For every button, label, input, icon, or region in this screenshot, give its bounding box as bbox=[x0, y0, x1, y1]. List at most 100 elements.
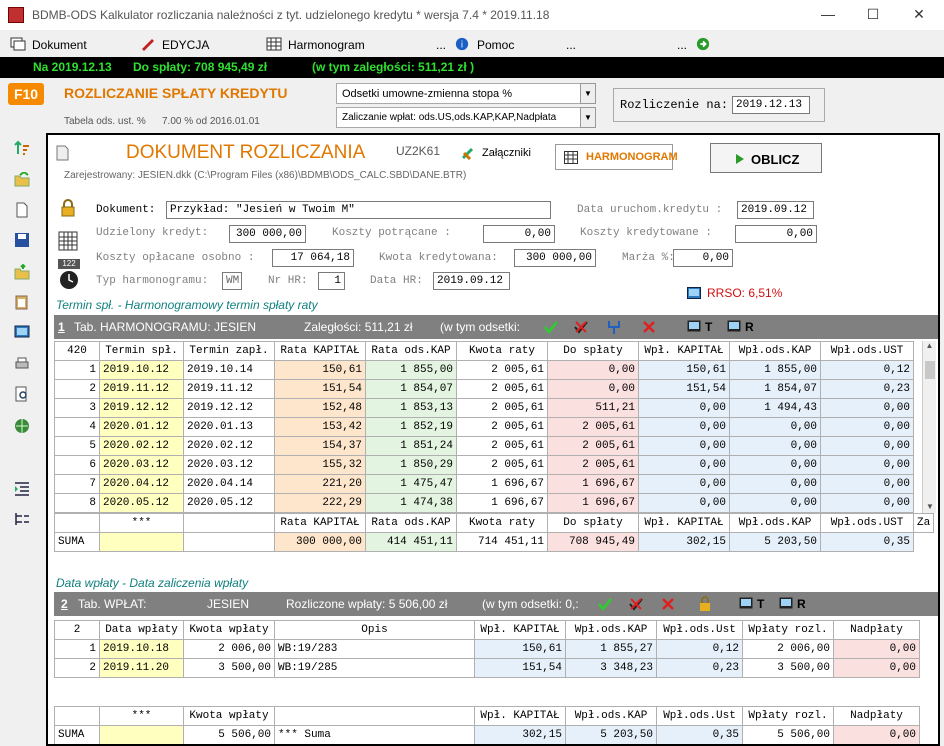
table-row[interactable]: 1 2019.10.12 2019.10.14 150,61 1 855,00 2 005… bbox=[54, 360, 914, 380]
wpl-col-header[interactable]: Opis bbox=[274, 620, 475, 640]
table-cell[interactable]: 151,54 bbox=[638, 379, 730, 399]
table-row[interactable]: 1 2019.10.18 2 006,00 WB:19/283 150,61 1 855,… bbox=[54, 639, 920, 659]
table-cell[interactable]: 2 bbox=[54, 658, 100, 678]
odsetki-combo[interactable]: Odsetki umowne-zmienna stopa % ▼ bbox=[336, 83, 596, 104]
table-cell[interactable]: 2020.04.12 bbox=[99, 474, 184, 494]
table-cell[interactable]: 1 854,07 bbox=[365, 379, 457, 399]
check-icon[interactable] bbox=[598, 597, 612, 611]
table-cell[interactable]: 0,00 bbox=[638, 474, 730, 494]
table-cell[interactable]: 1 855,00 bbox=[729, 360, 821, 380]
minimize-button[interactable]: — bbox=[818, 6, 838, 24]
lock-icon[interactable] bbox=[60, 199, 76, 217]
table-cell[interactable]: 154,37 bbox=[274, 436, 366, 456]
fork-icon[interactable] bbox=[606, 319, 622, 335]
table-cell[interactable]: 2 005,61 bbox=[456, 417, 548, 437]
calculator-icon[interactable] bbox=[58, 231, 78, 251]
harm-scrollbar[interactable]: ▲ ▼ bbox=[922, 341, 936, 513]
close-button[interactable]: ✕ bbox=[909, 6, 929, 24]
table-cell[interactable]: 2019.10.18 bbox=[99, 639, 184, 659]
harm-r-label[interactable]: R bbox=[745, 320, 754, 334]
wpl-col-header[interactable]: Kwota wpłaty bbox=[183, 620, 275, 640]
table-cell[interactable]: 0,12 bbox=[820, 360, 914, 380]
table-cell[interactable]: 0,23 bbox=[820, 379, 914, 399]
lock-icon[interactable] bbox=[699, 596, 711, 612]
attachment-icon[interactable] bbox=[460, 145, 476, 161]
monitor-icon[interactable] bbox=[14, 324, 30, 340]
table-cell[interactable]: 1 696,67 bbox=[456, 493, 548, 513]
table-row[interactable]: 3 2019.12.12 2019.12.12 152,48 1 853,13 2 005… bbox=[54, 398, 914, 418]
menu-dokument[interactable]: Dokument bbox=[32, 38, 87, 52]
next-arrow-icon[interactable] bbox=[695, 37, 711, 51]
table-cell[interactable]: 2019.11.12 bbox=[183, 379, 275, 399]
harm-col-header[interactable]: Kwota raty bbox=[456, 341, 548, 361]
table-row[interactable]: 2 2019.11.12 2019.11.12 151,54 1 854,07 2 005… bbox=[54, 379, 914, 399]
table-cell[interactable]: 0,00 bbox=[729, 417, 821, 437]
menu-dots-3[interactable]: ... bbox=[677, 38, 687, 52]
harm-col-header[interactable]: Do spłaty bbox=[547, 341, 639, 361]
chevron-down-icon[interactable]: ▼ bbox=[580, 83, 596, 104]
table-cell[interactable]: 2 005,61 bbox=[547, 436, 639, 456]
table-cell[interactable]: 1 851,24 bbox=[365, 436, 457, 456]
oblicz-button[interactable]: OBLICZ bbox=[710, 143, 822, 173]
check-icon[interactable] bbox=[544, 320, 558, 334]
table-cell[interactable]: 1 855,00 bbox=[365, 360, 457, 380]
table-cell[interactable]: 3 500,00 bbox=[183, 658, 275, 678]
print-preview-icon[interactable] bbox=[14, 386, 30, 402]
zaliczanie-combo[interactable]: Zaliczanie wpłat: ods.US,ods.KAP,KAP,Nad… bbox=[336, 107, 596, 128]
kwota-kred-field[interactable]: 300 000,00 bbox=[514, 249, 596, 267]
table-cell[interactable]: 0,00 bbox=[638, 493, 730, 513]
table-cell[interactable]: 151,54 bbox=[274, 379, 366, 399]
table-cell[interactable]: 2020.02.12 bbox=[99, 436, 184, 456]
table-cell[interactable]: 1 853,13 bbox=[365, 398, 457, 418]
rozliczenie-date-field[interactable]: 2019.12.13 bbox=[732, 96, 810, 114]
nr-field[interactable]: 1 bbox=[318, 272, 345, 290]
table-cell[interactable]: 150,61 bbox=[638, 360, 730, 380]
table-cell[interactable]: 1 850,29 bbox=[365, 455, 457, 475]
table-cell[interactable]: 2020.04.14 bbox=[183, 474, 275, 494]
table-row[interactable]: 5 2020.02.12 2020.02.12 154,37 1 851,24 2 005… bbox=[54, 436, 914, 456]
wpl-col-header[interactable]: Nadpłaty bbox=[833, 620, 920, 640]
indent-right-icon[interactable] bbox=[14, 480, 30, 496]
open-folder-icon[interactable] bbox=[14, 172, 30, 188]
harm-col-header[interactable]: Rata ods.KAP bbox=[365, 341, 457, 361]
monitor-icon[interactable] bbox=[779, 597, 793, 610]
table-cell[interactable]: 1 696,67 bbox=[547, 474, 639, 494]
harm-col-header[interactable]: Wpł.ods.UST bbox=[820, 341, 914, 361]
table-cell[interactable]: 2 005,61 bbox=[547, 417, 639, 437]
table-cell[interactable]: 2 005,61 bbox=[456, 455, 548, 475]
indent-tree-icon[interactable] bbox=[14, 511, 30, 527]
maximize-button[interactable]: ☐ bbox=[863, 6, 883, 24]
table-cell[interactable]: 222,29 bbox=[274, 493, 366, 513]
harm-col-header[interactable]: Rata KAPITAŁ bbox=[274, 341, 366, 361]
chevron-down-icon[interactable]: ▼ bbox=[580, 107, 596, 128]
table-cell[interactable]: 5 bbox=[54, 436, 100, 456]
zalaczniki-link[interactable]: Załączniki bbox=[482, 147, 531, 159]
table-cell[interactable]: 0,00 bbox=[820, 455, 914, 475]
table-cell[interactable]: 0,00 bbox=[638, 398, 730, 418]
table-cell[interactable]: 2020.01.12 bbox=[99, 417, 184, 437]
table-cell[interactable]: 4 bbox=[54, 417, 100, 437]
table-cell[interactable]: 1 852,19 bbox=[365, 417, 457, 437]
table-cell[interactable]: 1 bbox=[54, 639, 100, 659]
table-cell[interactable]: 2019.11.20 bbox=[99, 658, 184, 678]
table-cell[interactable]: 3 500,00 bbox=[742, 658, 834, 678]
table-cell[interactable]: 0,00 bbox=[820, 493, 914, 513]
monitor-icon[interactable] bbox=[687, 320, 701, 333]
f10-badge[interactable]: F10 bbox=[8, 83, 44, 105]
table-cell[interactable]: 2019.10.14 bbox=[183, 360, 275, 380]
table-cell[interactable]: 150,61 bbox=[274, 360, 366, 380]
table-cell[interactable]: 2 006,00 bbox=[742, 639, 834, 659]
table-row[interactable]: 4 2020.01.12 2020.01.13 153,42 1 852,19 2 005… bbox=[54, 417, 914, 437]
table-cell[interactable]: 0,00 bbox=[820, 474, 914, 494]
typ-field[interactable]: WM bbox=[222, 272, 242, 290]
harm-col-header[interactable]: Termin zapł. bbox=[183, 341, 275, 361]
table-cell[interactable]: 2019.10.12 bbox=[99, 360, 184, 380]
table-cell[interactable]: 155,32 bbox=[274, 455, 366, 475]
table-cell[interactable]: 6 bbox=[54, 455, 100, 475]
table-row[interactable]: 6 2020.03.12 2020.03.12 155,32 1 850,29 2 005… bbox=[54, 455, 914, 475]
table-cell[interactable]: 8 bbox=[54, 493, 100, 513]
table-cell[interactable]: 1 696,67 bbox=[456, 474, 548, 494]
table-cell[interactable]: 2 005,61 bbox=[456, 436, 548, 456]
table-cell[interactable]: 1 854,07 bbox=[729, 379, 821, 399]
table-cell[interactable]: WB:19/285 bbox=[274, 658, 475, 678]
